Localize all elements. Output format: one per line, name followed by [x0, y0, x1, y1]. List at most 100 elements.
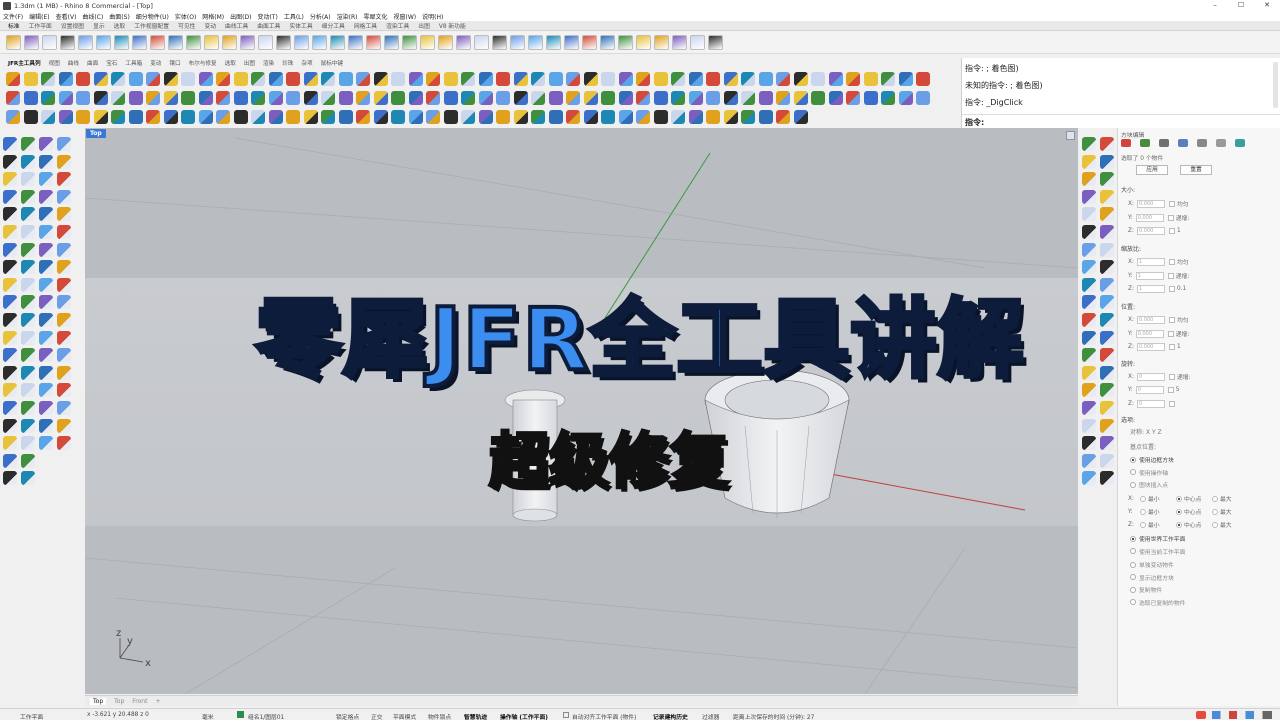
- properties-tab-icon[interactable]: [1121, 139, 1131, 147]
- standard-tool-icon[interactable]: [672, 35, 687, 50]
- jfr-tool-icon[interactable]: [23, 72, 38, 86]
- jfr-tool-icon[interactable]: [863, 91, 878, 105]
- standard-tool-icon[interactable]: [6, 35, 21, 50]
- jfr-tool-icon[interactable]: [601, 72, 615, 86]
- jfr-tool-icon[interactable]: [303, 91, 318, 105]
- jfr-tool-icon[interactable]: [653, 110, 668, 124]
- jfr-tool-icon[interactable]: [321, 91, 335, 105]
- menu-file[interactable]: 文件(F): [3, 12, 23, 21]
- status-layer[interactable]: 组名1/图层01: [248, 712, 284, 720]
- checkbox[interactable]: [1167, 387, 1174, 393]
- jfr-tab-main[interactable]: JFR主工具列: [8, 59, 41, 67]
- viewport-tab-top[interactable]: Top: [90, 697, 107, 705]
- apply-button[interactable]: 应用: [1136, 165, 1168, 175]
- checkbox[interactable]: [1168, 401, 1175, 407]
- jfr-tool-icon[interactable]: [426, 110, 440, 124]
- jfr-tool-icon[interactable]: [163, 110, 178, 124]
- left-tool-icon[interactable]: [57, 242, 71, 257]
- jfr-tool-icon[interactable]: [846, 91, 860, 105]
- jfr-tool-icon[interactable]: [286, 72, 300, 86]
- ime-logo-icon[interactable]: [1196, 711, 1206, 719]
- jfr-tool-icon[interactable]: [461, 110, 475, 124]
- jfr-tool-icon[interactable]: [566, 110, 580, 124]
- standard-tool-icon[interactable]: [366, 35, 381, 50]
- standard-tool-icon[interactable]: [60, 35, 75, 50]
- jfr-tool-icon[interactable]: [776, 91, 790, 105]
- jfr-tool-icon[interactable]: [566, 91, 580, 105]
- jfr-tool-icon[interactable]: [898, 72, 913, 86]
- toggle-ortho[interactable]: 正交: [371, 712, 383, 720]
- jfr-tool-icon[interactable]: [233, 72, 248, 86]
- jfr-tool-icon[interactable]: [461, 91, 475, 105]
- jfr-tab-layout[interactable]: 出图: [244, 59, 255, 67]
- jfr-tool-icon[interactable]: [758, 110, 773, 124]
- right-tool-icon[interactable]: [1100, 172, 1114, 187]
- gumball-tab-icon[interactable]: [1235, 139, 1245, 147]
- standard-tool-icon[interactable]: [402, 35, 417, 50]
- jfr-tool-icon[interactable]: [23, 91, 38, 105]
- jfr-tool-icon[interactable]: [356, 72, 370, 86]
- jfr-tool-icon[interactable]: [41, 72, 55, 86]
- jfr-tool-icon[interactable]: [321, 110, 335, 124]
- jfr-tool-icon[interactable]: [426, 91, 440, 105]
- right-tool-icon[interactable]: [1082, 172, 1096, 187]
- jfr-tool-icon[interactable]: [286, 110, 300, 124]
- left-tool-icon[interactable]: [39, 207, 53, 222]
- radio-icon[interactable]: [1212, 495, 1218, 502]
- left-tool-icon[interactable]: [57, 207, 71, 222]
- right-tool-icon[interactable]: [1100, 453, 1114, 468]
- jfr-tool-icon[interactable]: [391, 72, 405, 86]
- right-tool-icon[interactable]: [1082, 383, 1096, 398]
- right-tool-icon[interactable]: [1100, 154, 1114, 169]
- jfr-tool-icon[interactable]: [286, 91, 300, 105]
- jfr-tab-surface[interactable]: 曲面: [87, 59, 98, 67]
- right-tool-icon[interactable]: [1082, 207, 1096, 222]
- jfr-tab-setting[interactable]: 镶口: [169, 59, 180, 67]
- right-tool-icon[interactable]: [1082, 313, 1096, 327]
- jfr-tool-icon[interactable]: [23, 110, 38, 124]
- tab-curve-tools[interactable]: 曲线工具: [225, 21, 248, 30]
- value-input[interactable]: 0.000: [1136, 315, 1165, 324]
- menu-window[interactable]: 视窗(W): [394, 12, 417, 21]
- left-tool-icon[interactable]: [39, 401, 53, 415]
- standard-tool-icon[interactable]: [690, 35, 705, 50]
- standard-tool-icon[interactable]: [492, 35, 507, 50]
- jfr-tool-icon[interactable]: [426, 72, 440, 86]
- jfr-tool-icon[interactable]: [338, 91, 353, 105]
- jfr-tab-toolbox[interactable]: 工具箱: [125, 59, 142, 67]
- right-tool-icon[interactable]: [1082, 348, 1096, 363]
- radio-icon[interactable]: [1176, 495, 1182, 502]
- jfr-tool-icon[interactable]: [233, 91, 248, 105]
- right-tool-icon[interactable]: [1100, 137, 1114, 151]
- value-input[interactable]: 0.000: [1136, 199, 1165, 208]
- standard-tool-icon[interactable]: [528, 35, 543, 50]
- right-tool-icon[interactable]: [1100, 348, 1114, 363]
- rotation-section[interactable]: 旋转:: [1121, 359, 1135, 368]
- left-tool-icon[interactable]: [57, 225, 71, 239]
- standard-tool-icon[interactable]: [510, 35, 525, 50]
- minimize-button[interactable]: –: [1202, 0, 1228, 11]
- jfr-tool-icon[interactable]: [128, 91, 143, 105]
- jfr-tool-icon[interactable]: [268, 91, 283, 105]
- value-input[interactable]: 0.000: [1136, 227, 1165, 235]
- jfr-tool-icon[interactable]: [181, 110, 195, 124]
- toggle-planar[interactable]: 平面模式: [393, 712, 416, 720]
- jfr-tool-icon[interactable]: [531, 110, 545, 124]
- jfr-tool-icon[interactable]: [373, 110, 388, 124]
- toggle-filter[interactable]: 过滤器: [702, 712, 719, 720]
- left-tool-icon[interactable]: [21, 260, 35, 275]
- standard-tool-icon[interactable]: [276, 35, 291, 50]
- jfr-tool-icon[interactable]: [93, 72, 108, 86]
- menu-surface[interactable]: 曲面(S): [109, 12, 130, 21]
- left-tool-icon[interactable]: [21, 225, 35, 239]
- standard-tool-icon[interactable]: [204, 35, 219, 50]
- jfr-tab-gem[interactable]: 宝石: [106, 59, 117, 67]
- jfr-tool-icon[interactable]: [548, 110, 563, 124]
- jfr-tool-icon[interactable]: [408, 110, 423, 124]
- jfr-tool-icon[interactable]: [758, 72, 773, 86]
- jfr-tab-select[interactable]: 选取: [225, 59, 236, 67]
- status-cplane[interactable]: 工作平面: [20, 712, 43, 720]
- right-tool-icon[interactable]: [1100, 436, 1114, 451]
- checkbox[interactable]: [1168, 316, 1175, 323]
- checkbox[interactable]: [1168, 258, 1175, 265]
